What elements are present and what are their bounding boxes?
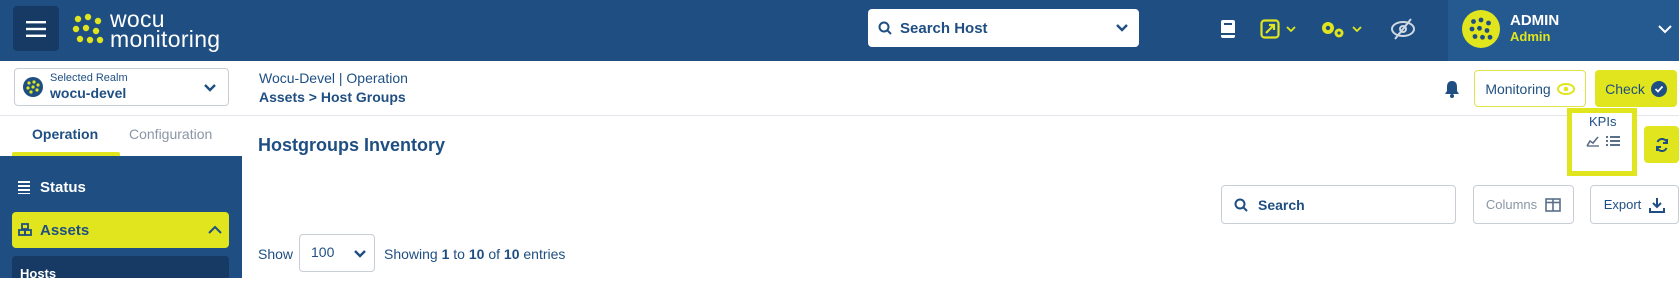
eye-icon xyxy=(1556,82,1575,95)
search-icon xyxy=(1234,198,1248,212)
chevron-down-icon xyxy=(1352,26,1362,33)
list-icon xyxy=(1606,136,1620,146)
chevron-down-icon xyxy=(1658,25,1672,34)
eye-slash-icon xyxy=(1391,18,1415,40)
entries-of-word: of xyxy=(488,246,501,262)
settings-dropdown[interactable] xyxy=(1320,16,1362,42)
chevron-down-icon xyxy=(204,84,216,92)
external-link-dropdown[interactable] xyxy=(1260,16,1296,42)
entries-suffix: entries xyxy=(523,246,566,262)
monitoring-button[interactable]: Monitoring xyxy=(1474,70,1586,107)
visibility-toggle-button[interactable] xyxy=(1389,16,1417,42)
cubes-icon xyxy=(18,223,32,236)
avatar xyxy=(1462,10,1500,48)
export-button[interactable]: Export xyxy=(1590,185,1679,224)
check-circle-icon xyxy=(1650,80,1667,97)
page-title: Hostgroups Inventory xyxy=(258,135,446,155)
sidebar-item-assets[interactable]: Assets xyxy=(12,212,229,248)
entries-info: Showing 1 to 10 of 10 entries xyxy=(384,246,565,262)
check-label: Check xyxy=(1605,80,1645,97)
wocu-logo[interactable]: wocu monitoring xyxy=(72,8,221,52)
book-icon xyxy=(1221,20,1235,38)
sidebar-item-status[interactable]: Status xyxy=(12,169,229,205)
chart-line-icon xyxy=(1586,136,1599,147)
wocu-logo-icon xyxy=(1469,17,1493,40)
user-name: ADMIN xyxy=(1510,12,1560,29)
table-search-placeholder: Search xyxy=(1258,196,1305,213)
tab-configuration[interactable]: Configuration xyxy=(129,126,212,142)
download-icon xyxy=(1649,197,1666,213)
show-label: Show xyxy=(258,246,294,262)
chevron-up-icon xyxy=(208,225,222,234)
sidebar-item-label: Assets xyxy=(40,221,90,239)
kpis-label: KPIs xyxy=(1589,114,1617,129)
logo-text: wocu monitoring xyxy=(110,8,221,52)
breadcrumb[interactable]: Assets > Host Groups xyxy=(259,89,406,105)
chevron-down-icon xyxy=(1286,26,1296,33)
bell-icon[interactable] xyxy=(1444,80,1460,98)
tab-operation[interactable]: Operation xyxy=(32,126,98,142)
table-search-input[interactable]: Search xyxy=(1221,185,1456,224)
user-menu[interactable]: ADMIN Admin xyxy=(1448,0,1679,61)
sidebar-item-hosts[interactable]: Hosts xyxy=(12,256,229,281)
monitoring-label: Monitoring xyxy=(1485,80,1551,97)
entries-to: 10 xyxy=(468,246,485,262)
entries-total: 10 xyxy=(503,246,520,262)
context-bar: Selected Realm wocu-devel Wocu-Devel | O… xyxy=(0,61,1679,116)
gears-icon xyxy=(1322,22,1344,38)
chevron-down-icon xyxy=(1116,24,1128,32)
sidebar-tabs: Operation Configuration xyxy=(0,116,242,156)
host-search-select[interactable]: Search Host xyxy=(868,9,1139,47)
columns-icon xyxy=(1545,197,1561,212)
page-size-value: 100 xyxy=(311,244,335,260)
page-size-select[interactable]: 100 xyxy=(299,234,375,272)
logo-line-2: monitoring xyxy=(110,26,221,52)
hamburger-icon xyxy=(26,20,46,37)
list-icon xyxy=(18,181,30,194)
check-button[interactable]: Check xyxy=(1595,70,1677,107)
realm-label: Selected Realm xyxy=(50,72,128,84)
refresh-icon xyxy=(1655,137,1668,152)
external-link-icon xyxy=(1260,19,1280,39)
chevron-down-icon xyxy=(354,250,366,258)
entries-to-word: to xyxy=(453,246,465,262)
host-search-label: Search Host xyxy=(900,19,988,37)
search-icon xyxy=(878,21,892,35)
columns-label: Columns xyxy=(1485,197,1538,212)
active-tab-indicator xyxy=(12,152,120,156)
export-label: Export xyxy=(1603,197,1642,212)
refresh-button[interactable] xyxy=(1644,126,1679,163)
user-role: Admin xyxy=(1510,29,1551,44)
realm-value: wocu-devel xyxy=(50,85,127,101)
entries-prefix: Showing xyxy=(384,246,438,262)
columns-button[interactable]: Columns xyxy=(1473,185,1574,224)
breadcrumb-context[interactable]: Wocu-Devel | Operation xyxy=(259,70,408,86)
wocu-logo-icon xyxy=(72,13,104,44)
top-navbar: wocu monitoring Search Host ADMIN Admin xyxy=(0,0,1679,61)
realm-icon xyxy=(23,77,43,97)
realm-selector[interactable]: Selected Realm wocu-devel xyxy=(14,68,229,106)
sidebar-item-label: Status xyxy=(40,178,86,196)
entries-from: 1 xyxy=(441,246,450,262)
menu-toggle-button[interactable] xyxy=(13,6,59,51)
kpis-button[interactable]: KPIs xyxy=(1567,108,1637,176)
sidebar: Operation Configuration Status Assets Ho… xyxy=(0,116,242,281)
documentation-button[interactable] xyxy=(1219,16,1237,42)
